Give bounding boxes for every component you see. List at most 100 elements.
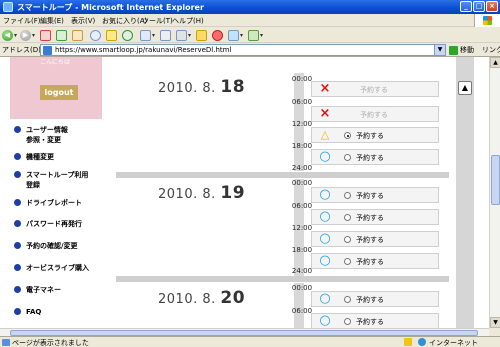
print-button[interactable] [160,29,171,41]
sidebar-item-faq[interactable]: FAQ [14,307,41,317]
reserve-radio[interactable] [344,214,351,221]
close-button[interactable]: × [486,1,498,12]
research-button[interactable]: ▾ [228,29,243,41]
sidebar-item-orbis-live[interactable]: オービスライブ購入 [14,263,89,273]
date-label: 2010. 8. 18 [158,77,245,97]
time-slot: ○ 予約する [311,231,439,247]
status-message: ページが表示されました [12,339,89,347]
window-controls: _ □ × [460,1,498,12]
tools-dropdown-icon: ▾ [260,31,264,39]
reserve-radio[interactable] [344,132,351,139]
nav-bullet-icon [14,171,21,178]
sidebar-item-model-change[interactable]: 機種変更 [14,152,54,162]
go-button[interactable]: 移動 [449,45,474,55]
menu-tools[interactable]: ツール(T) [142,16,173,26]
user-box: こんにちは logout [10,57,102,119]
vertical-scrollbar[interactable]: ▲ ▼ [489,57,500,328]
menu-file[interactable]: ファイル(F) [3,16,41,26]
reserve-radio[interactable] [344,296,351,303]
reserve-label[interactable]: 予約する [356,153,384,163]
reserve-label[interactable]: 予約する [356,235,384,245]
favorites-button[interactable] [106,29,117,41]
menu-favorites[interactable]: お気に入り(A) [102,16,147,26]
time-slot: × 予約する [311,106,439,122]
available-icon: ○ [319,313,331,328]
history-icon [122,29,133,41]
available-icon: ○ [319,291,331,306]
reserve-radio[interactable] [344,154,351,161]
scrollbar-thumb[interactable] [491,155,500,205]
search-button[interactable] [90,29,101,41]
mail-button[interactable]: ▾ [140,29,155,41]
day-separator [116,276,449,282]
reserve-label[interactable]: 予約する [356,317,384,327]
time-label: 00:00 [291,179,313,187]
links-button[interactable]: リンク » [482,45,500,55]
address-input[interactable]: https://www.smartloop.jp/rakunavi/Reserv… [40,44,446,56]
back-dropdown-icon: ▾ [14,31,18,39]
unavailable-icon: × [319,106,331,121]
date-prefix: 2010. 8. [158,292,216,307]
stop-button[interactable] [40,29,51,41]
sidebar-item-smartloop-register[interactable]: スマートループ利用 登録 [14,170,88,190]
scroll-up-arrow-icon[interactable]: ▲ [490,57,500,68]
reserve-label[interactable]: 予約する [356,295,384,305]
address-label: アドレス(D) [2,46,41,54]
horizontal-scrollbar[interactable] [0,328,489,336]
time-label: 24:00 [291,164,313,172]
date-label: 2010. 8. 19 [158,183,245,203]
reserve-label[interactable]: 予約する [356,191,384,201]
reserve-radio[interactable] [344,192,351,199]
date-day: 18 [220,77,246,97]
back-button[interactable]: ◀ ▾ [2,29,17,41]
edit-icon [176,29,187,41]
edit-button[interactable]: ▾ [176,29,191,41]
mail-dropdown-icon: ▾ [152,31,156,39]
time-slot: ○ 予約する [311,313,439,328]
nav-label: FAQ [26,308,42,316]
reserve-label[interactable]: 予約する [356,213,384,223]
sidebar-item-drive-report[interactable]: ドライブレポート [14,198,82,208]
tools-button[interactable]: ▾ [248,29,263,41]
ie-icon [3,2,13,12]
available-icon: ○ [319,187,331,202]
menu-bar: ファイル(F) 編集(E) 表示(V) お気に入り(A) ツール(T) ヘルプ(… [0,14,500,27]
reserve-label[interactable]: 予約する [356,131,384,141]
address-url[interactable]: https://www.smartloop.jp/rakunavi/Reserv… [55,46,231,54]
home-button[interactable] [72,29,83,41]
reserve-radio[interactable] [344,318,351,325]
menu-help[interactable]: ヘルプ(H) [172,16,204,26]
history-button[interactable] [122,29,133,41]
sidebar-item-reservation-check[interactable]: 予約の確認/変更 [14,241,78,251]
sidebar-item-password-reissue[interactable]: パスワード再発行 [14,219,82,229]
sidebar-item-e-money[interactable]: 電子マネー [14,285,61,295]
edit-dropdown-icon: ▾ [188,31,192,39]
maximize-button[interactable]: □ [473,1,485,12]
day-separator [116,172,449,178]
folder-button[interactable] [196,29,207,41]
reserve-radio[interactable] [344,236,351,243]
time-slot: ○ 予約する [311,209,439,225]
logout-button[interactable]: logout [40,85,78,100]
reserve-radio[interactable] [344,258,351,265]
menu-view[interactable]: 表示(V) [71,16,95,26]
scroll-down-arrow-icon[interactable]: ▼ [490,317,500,328]
address-dropdown-icon[interactable]: ▼ [434,45,445,55]
available-icon: ○ [319,231,331,246]
forward-dropdown-icon: ▾ [32,31,36,39]
nav-label: パスワード再発行 [26,220,82,228]
nav-bullet-icon [14,153,21,160]
forward-button[interactable]: ▶ ▾ [20,29,35,41]
scroll-up-button[interactable]: ▲ [458,81,472,95]
refresh-button[interactable] [56,29,67,41]
menu-edit[interactable]: 編集(E) [40,16,64,26]
lock-icon [404,338,412,346]
reserve-label[interactable]: 予約する [356,257,384,267]
time-slot: △ 予約する [311,127,439,143]
page-icon [43,46,52,55]
sidebar-item-user-info[interactable]: ユーザー情報 参照・変更 [14,125,68,145]
minimize-button[interactable]: _ [460,1,472,12]
messenger-button[interactable] [212,29,223,41]
messenger-icon [212,29,223,41]
back-arrow-icon: ◀ [2,29,13,41]
